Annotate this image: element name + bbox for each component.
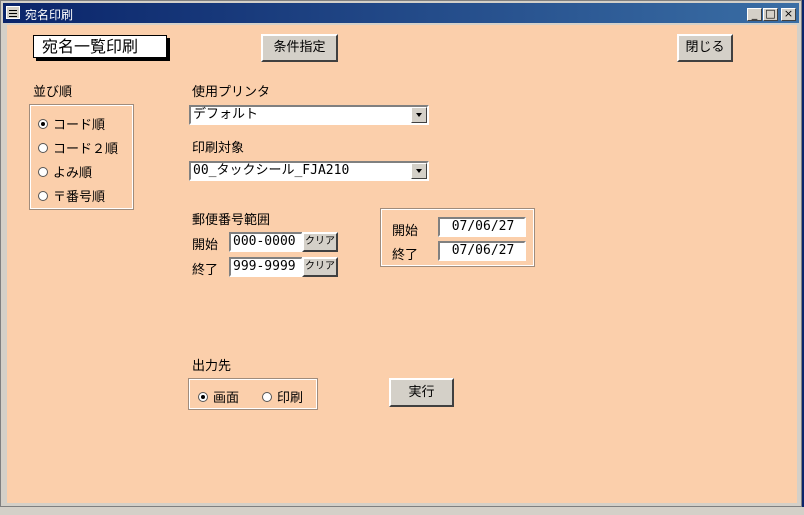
- sort-radio-code[interactable]: コード順: [38, 114, 105, 133]
- sort-option-group: コード順 コード２順 よみ順 〒番号順: [29, 104, 134, 210]
- minimize-button[interactable]: _: [747, 8, 762, 21]
- postal-end-label: 終了: [192, 263, 219, 278]
- taskbar-strip: [0, 507, 804, 515]
- title-bar: 宛名印刷 _ □ ×: [3, 3, 799, 23]
- postal-start-label: 開始: [192, 238, 219, 253]
- target-select[interactable]: 00_タックシール_FJA210: [189, 161, 429, 181]
- page-title: 宛名一覧印刷: [33, 35, 167, 58]
- date-end-input[interactable]: 07/06/27: [438, 241, 526, 261]
- condition-button[interactable]: 条件指定: [261, 34, 338, 62]
- printer-value: デフォルト: [193, 107, 259, 122]
- date-start-input[interactable]: 07/06/27: [438, 217, 526, 237]
- radio-icon: [262, 391, 272, 402]
- close-window-button[interactable]: ×: [781, 8, 796, 21]
- sort-option-label: よみ順: [53, 166, 93, 181]
- postal-range-label: 郵便番号範囲: [192, 213, 271, 228]
- sort-radio-postal[interactable]: 〒番号順: [38, 186, 105, 205]
- output-label: 出力先: [192, 359, 232, 374]
- postal-end-clear-button[interactable]: クリア: [302, 257, 338, 277]
- sort-option-label: コード２順: [53, 142, 119, 157]
- radio-icon: [38, 190, 48, 201]
- output-option-label: 印刷: [277, 391, 304, 406]
- sort-option-label: コード順: [53, 118, 106, 133]
- run-button[interactable]: 実行: [389, 378, 454, 407]
- target-value: 00_タックシール_FJA210: [193, 163, 350, 178]
- sort-label: 並び順: [33, 85, 73, 100]
- window-title: 宛名印刷: [25, 8, 74, 22]
- date-end-label: 終了: [392, 248, 419, 263]
- output-option-label: 画面: [213, 391, 240, 406]
- radio-icon: [38, 166, 48, 177]
- date-group: 開始 07/06/27 終了 07/06/27: [380, 208, 535, 267]
- date-start-label: 開始: [392, 224, 419, 239]
- sort-option-label: 〒番号順: [53, 190, 106, 205]
- postal-start-input[interactable]: 000-0000: [229, 232, 303, 252]
- sort-radio-code2[interactable]: コード２順: [38, 138, 118, 157]
- target-label: 印刷対象: [192, 141, 245, 156]
- output-radio-print[interactable]: 印刷: [262, 387, 303, 406]
- radio-selected-icon: [198, 391, 208, 402]
- output-option-group: 画面 印刷: [188, 378, 318, 410]
- radio-selected-icon: [38, 118, 48, 129]
- output-radio-screen[interactable]: 画面: [198, 387, 239, 406]
- printer-select[interactable]: デフォルト: [189, 105, 429, 125]
- postal-end-input[interactable]: 999-9999: [229, 257, 303, 277]
- main-window: 宛名印刷 _ □ × 宛名一覧印刷 条件指定 閉じる 並び順 コード順 コード２…: [0, 0, 802, 507]
- close-button[interactable]: 閉じる: [677, 34, 733, 62]
- maximize-button[interactable]: □: [763, 8, 778, 21]
- printer-label: 使用プリンタ: [192, 85, 271, 100]
- sort-radio-yomi[interactable]: よみ順: [38, 162, 92, 181]
- radio-icon: [38, 142, 48, 153]
- form-body: 宛名一覧印刷 条件指定 閉じる 並び順 コード順 コード２順 よみ順 〒番号順: [7, 25, 797, 503]
- form-icon: [6, 6, 20, 19]
- dropdown-arrow-icon[interactable]: [411, 163, 427, 179]
- postal-start-clear-button[interactable]: クリア: [302, 232, 338, 252]
- dropdown-arrow-icon[interactable]: [411, 107, 427, 123]
